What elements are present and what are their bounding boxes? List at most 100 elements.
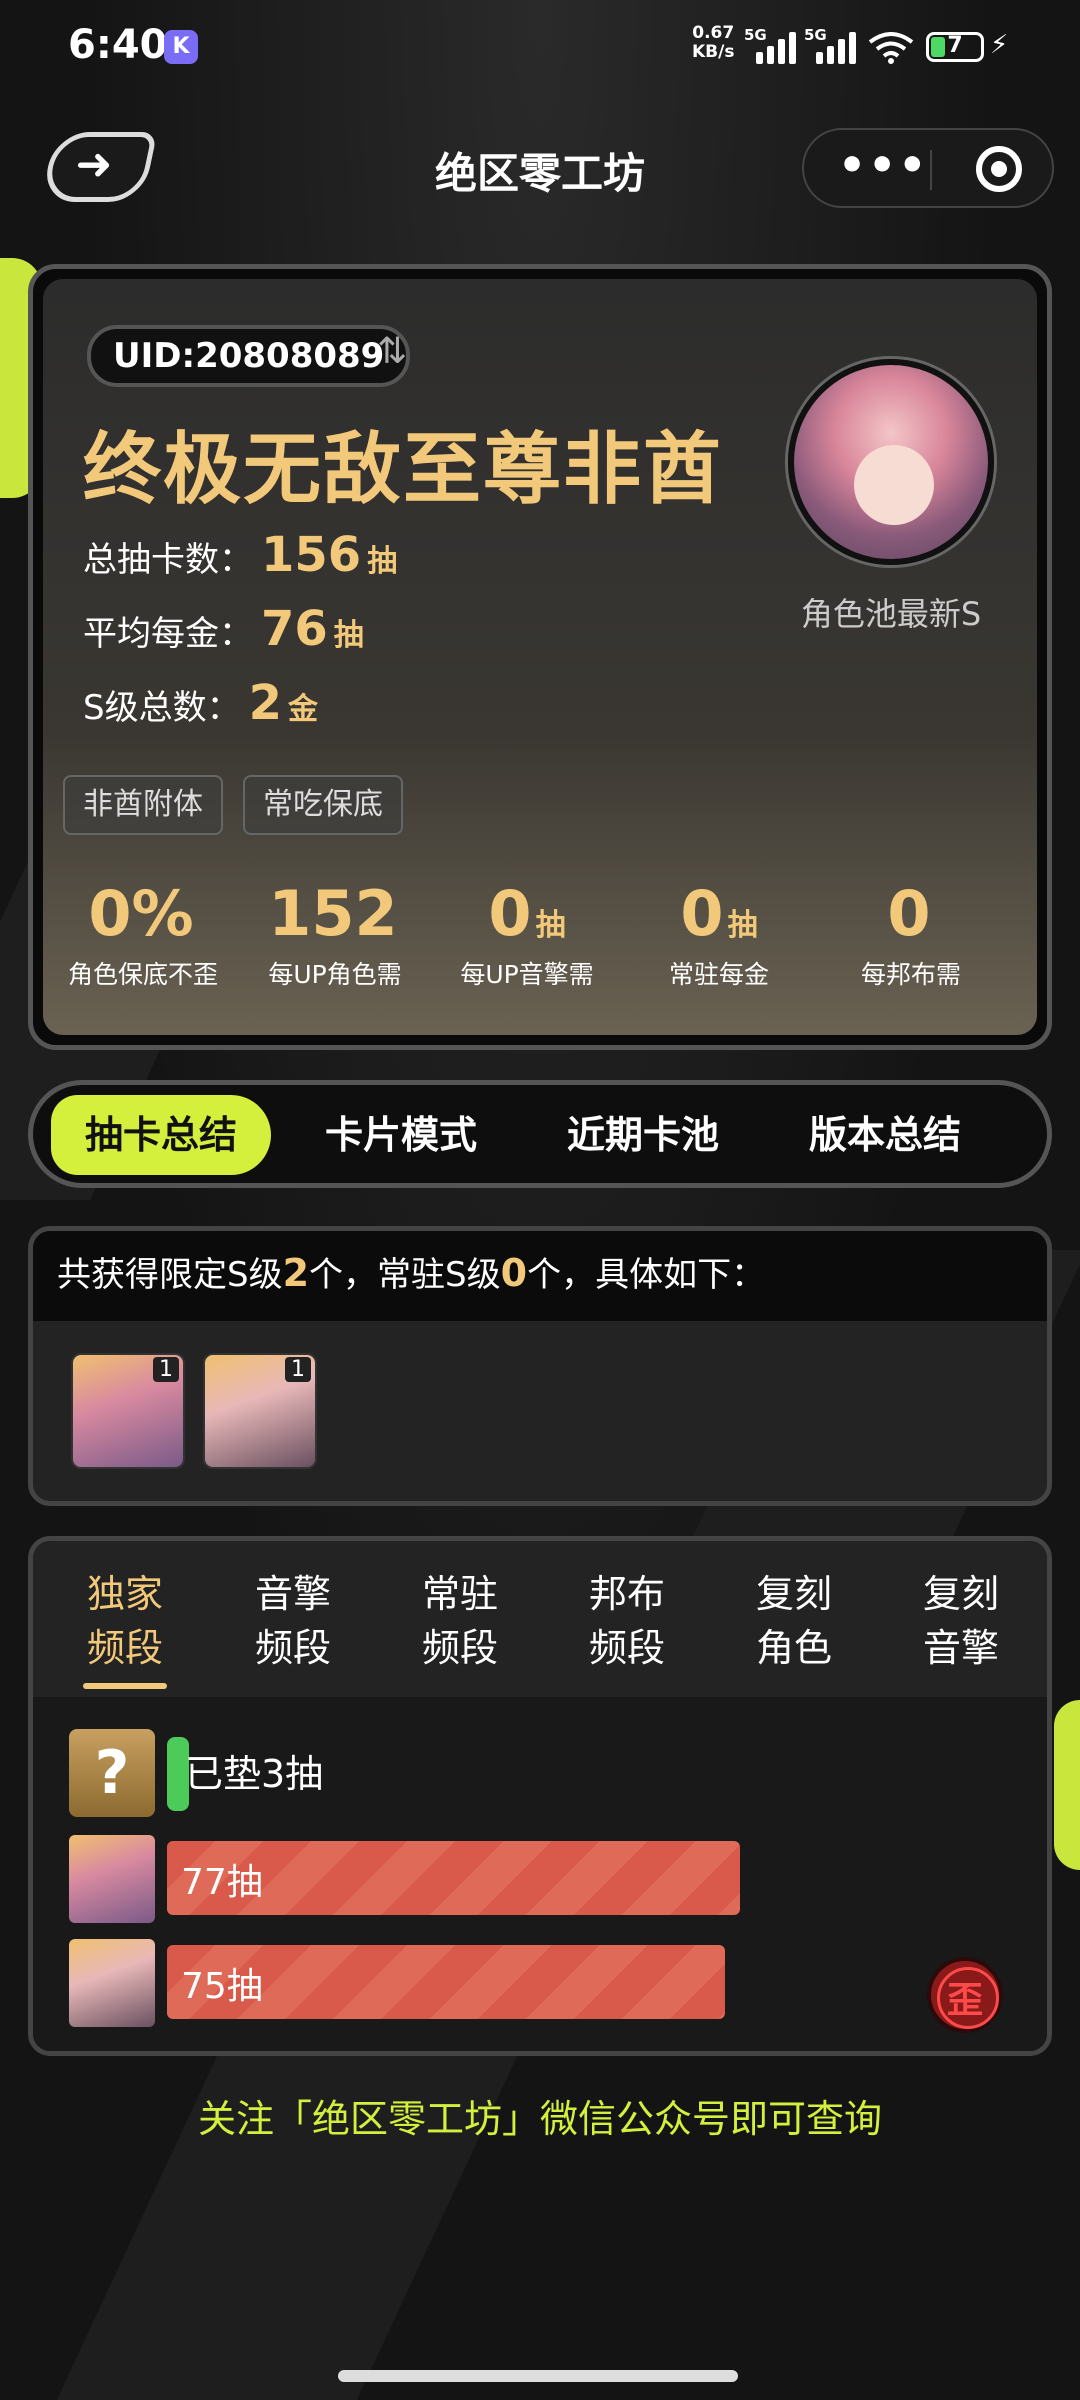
summary-heading: 共获得限定S级2个，常驻S级0个，具体如下： <box>33 1231 1047 1321</box>
pool-tab-bar: 独家 频段 音擎 频段 常驻 频段 邦布 频段 复刻 角色 复刻 音擎 <box>33 1541 1047 1697</box>
metric-value: 0 <box>680 877 724 950</box>
pull-bar: 75抽 <box>167 1945 725 2019</box>
character-thumb[interactable]: 1 <box>203 1353 317 1469</box>
tab-card-mode[interactable]: 卡片模式 <box>291 1095 511 1175</box>
stat-avg-per-gold: 平均每金： 76 抽 <box>83 601 364 657</box>
metric-unit: 抽 <box>535 908 566 943</box>
stat-total-pulls: 总抽卡数： 156 抽 <box>83 527 397 583</box>
tab-pull-summary[interactable]: 抽卡总结 <box>51 1095 271 1175</box>
pool-tab-exclusive[interactable]: 独家 频段 <box>45 1567 205 1675</box>
more-dots-icon[interactable]: ••• <box>838 140 928 191</box>
pool-tab-label: 频段 <box>86 1626 163 1670</box>
stat-label: 平均每金： <box>83 614 253 654</box>
wifi-icon <box>868 32 914 64</box>
active-tab-indicator <box>83 1683 167 1689</box>
row-character-avatar <box>69 1939 155 2027</box>
pool-tab-label: 音擎 <box>922 1626 999 1670</box>
metric-value: 0 <box>887 877 931 950</box>
metric-label: 常驻每金 <box>668 960 769 989</box>
row-character-avatar <box>69 1835 155 1923</box>
metric-value: 0 <box>488 877 532 950</box>
target-circle-icon[interactable] <box>976 146 1022 192</box>
pool-tab-rerun-character[interactable]: 复刻 角色 <box>714 1567 874 1675</box>
signal-bars-icon <box>756 30 802 64</box>
net-speed-value: 0.67 <box>692 23 735 43</box>
pool-tab-w-engine[interactable]: 音擎 频段 <box>213 1567 373 1675</box>
battery-icon: 7 <box>926 32 984 62</box>
app-badge-icon: K <box>164 30 198 64</box>
pity-text: 已垫3抽 <box>185 1752 324 1796</box>
metric-item: 0抽 常驻每金 <box>623 879 815 991</box>
avatar-caption: 角色池最新S <box>800 595 982 633</box>
stat-label: 总抽卡数： <box>83 540 253 580</box>
stat-unit: 抽 <box>367 544 398 579</box>
pool-tab-label: 复刻 <box>922 1572 999 1616</box>
main-tab-bar: 抽卡总结 卡片模式 近期卡池 版本总结 <box>28 1080 1052 1188</box>
status-time: 6:40 <box>68 22 168 68</box>
pool-tab-label: 角色 <box>755 1626 832 1670</box>
pull-bar: 77抽 <box>167 1841 740 1915</box>
pull-bar-label: 77抽 <box>181 1862 263 1903</box>
metric-item: 0% 角色保底不歪 <box>47 879 239 991</box>
metric-label: 每邦布需 <box>860 960 961 989</box>
profile-card: UID:20808089 ⇅ 终极无敌至尊非酋 总抽卡数： 156 抽 平均每金： 7… <box>28 264 1052 1050</box>
metric-item: 0 每邦布需 <box>815 879 1007 991</box>
stat-value: 2 <box>248 675 282 731</box>
home-indicator[interactable] <box>338 2370 738 2382</box>
battery-level: 7 <box>947 33 963 58</box>
pool-tab-label: 常驻 <box>421 1572 498 1616</box>
mini-program-capsule: ••• <box>802 128 1054 208</box>
lost-badge-text: 歪 <box>946 1980 983 2021</box>
unknown-character-icon: ? <box>69 1729 155 1817</box>
metric-value: 0% <box>88 877 194 950</box>
pull-bar-label: 75抽 <box>181 1966 263 2007</box>
metric-unit: 抽 <box>727 908 758 943</box>
tab-version-summary[interactable]: 版本总结 <box>775 1095 995 1175</box>
capsule-divider <box>930 150 932 190</box>
uid-badge[interactable]: UID:20808089 <box>87 325 411 387</box>
metric-item: 152 每UP角色需 <box>239 879 431 991</box>
character-count: 1 <box>285 1357 311 1382</box>
summary-text: 个，具体如下： <box>527 1255 766 1295</box>
tab-recent-pools[interactable]: 近期卡池 <box>533 1095 753 1175</box>
charging-icon: ⚡ <box>990 30 1009 60</box>
stat-s-total: S级总数： 2 金 <box>83 675 318 731</box>
metric-label: 角色保底不歪 <box>67 960 218 989</box>
latest-s-avatar[interactable] <box>788 359 994 565</box>
player-rank-title: 终极无敌至尊非酋 <box>83 425 724 515</box>
pool-tab-standard[interactable]: 常驻 频段 <box>380 1567 540 1675</box>
metric-item: 0抽 每UP音擎需 <box>431 879 623 991</box>
summary-text: 个，常驻S级 <box>309 1255 501 1295</box>
app-page: 6:40 K 0.67 KB/s 5G 5G 7 ⚡ ➜ 绝区零工坊 ••• U… <box>0 0 1080 2400</box>
standard-count: 0 <box>500 1251 528 1295</box>
stat-unit: 金 <box>288 692 318 727</box>
footer-note: 关注「绝区零工坊」微信公众号即可查询 <box>197 2097 882 2141</box>
bg-shape <box>56 2000 544 2400</box>
stat-value: 156 <box>261 527 362 583</box>
pool-tab-label: 邦布 <box>588 1572 665 1616</box>
signal-bars-icon <box>816 30 862 64</box>
metric-label: 每UP角色需 <box>268 960 402 989</box>
pool-tab-rerun-w-engine[interactable]: 复刻 音擎 <box>881 1567 1041 1675</box>
pool-tab-label: 独家 <box>86 1572 163 1616</box>
pool-tab-label: 频段 <box>254 1626 331 1670</box>
pool-tab-label: 频段 <box>588 1626 665 1670</box>
s-rank-summary-card: 共获得限定S级2个，常驻S级0个，具体如下： 1 1 <box>28 1226 1052 1506</box>
summary-text: 共获得限定S级 <box>57 1255 283 1295</box>
character-thumb[interactable]: 1 <box>71 1353 185 1469</box>
net-speed: 0.67 KB/s <box>692 24 734 62</box>
limited-count: 2 <box>282 1251 310 1295</box>
tag-badge: 常吃保底 <box>243 775 403 835</box>
pull-history-list: ? 已垫3抽 77抽 75抽 歪 <box>33 1697 1047 2051</box>
swap-icon[interactable]: ⇅ <box>377 331 407 372</box>
status-bar: 6:40 K 0.67 KB/s 5G 5G 7 ⚡ <box>0 0 1080 96</box>
lost-5050-badge: 歪 <box>927 1957 1003 2033</box>
pool-tab-label: 音擎 <box>254 1572 331 1616</box>
metric-value: 152 <box>268 877 398 950</box>
character-count: 1 <box>153 1357 179 1382</box>
pool-history-card: 独家 频段 音擎 频段 常驻 频段 邦布 频段 复刻 角色 复刻 音擎 ? 已垫3抽 77抽… <box>28 1536 1052 2056</box>
pool-tab-bangboo[interactable]: 邦布 频段 <box>547 1567 707 1675</box>
stat-label: S级总数： <box>83 688 241 728</box>
net-speed-unit: KB/s <box>692 42 735 62</box>
profile-card-inner: UID:20808089 ⇅ 终极无敌至尊非酋 总抽卡数： 156 抽 平均每金： 7… <box>43 279 1037 1035</box>
